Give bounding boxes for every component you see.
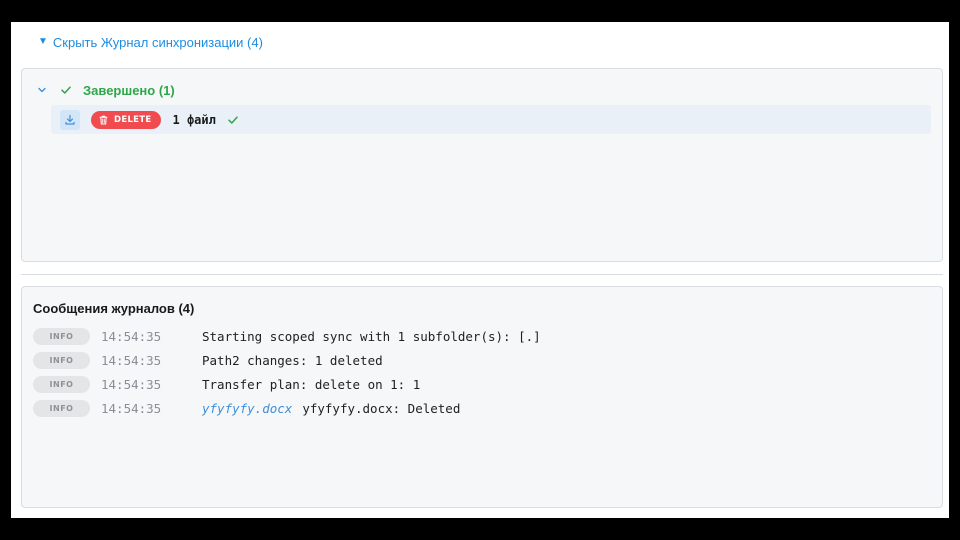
trash-icon xyxy=(99,115,108,125)
log-entry: INFO 14:54:35 Starting scoped sync with … xyxy=(33,327,923,345)
log-level-badge: INFO xyxy=(33,351,90,369)
delete-badge: DELETE xyxy=(91,110,161,129)
download-icon[interactable] xyxy=(60,109,80,130)
log-message: Starting scoped sync with 1 subfolder(s)… xyxy=(202,328,541,344)
log-entry: INFO 14:54:35 Path2 changes: 1 deleted xyxy=(33,351,923,369)
sync-results-panel: Завершено (1) DELETE 1 файл xyxy=(21,68,943,262)
toggle-label: Скрыть Журнал синхронизации (4) xyxy=(52,34,263,50)
log-entry: INFO 14:54:35 yfyfyfy.docx yfyfyfy.docx:… xyxy=(33,399,923,417)
log-entry: INFO 14:54:35 Transfer plan: delete on 1… xyxy=(33,375,923,393)
log-messages-panel: Сообщения журналов (4) INFO 14:54:35 Sta… xyxy=(21,286,943,508)
log-message: yfyfyfy.docx: Deleted xyxy=(302,400,461,416)
log-level-badge: INFO xyxy=(33,375,90,393)
chevron-down-icon[interactable] xyxy=(36,84,48,96)
completed-group-label: Завершено (1) xyxy=(83,82,175,98)
file-operation-row[interactable]: DELETE 1 файл xyxy=(51,105,931,134)
triangle-down-icon: ▼ xyxy=(38,36,48,47)
log-timestamp: 14:54:35 xyxy=(101,376,162,392)
log-timestamp: 14:54:35 xyxy=(101,328,162,344)
log-timestamp: 14:54:35 xyxy=(101,400,162,416)
check-icon xyxy=(227,114,239,126)
delete-badge-label: DELETE xyxy=(114,114,152,125)
file-count: 1 файл xyxy=(172,112,216,127)
sync-log-window: ▼ Скрыть Журнал синхронизации (4) Заверш… xyxy=(11,22,949,518)
log-timestamp: 14:54:35 xyxy=(101,352,162,368)
log-message: Path2 changes: 1 deleted xyxy=(202,352,383,368)
log-level-badge: INFO xyxy=(33,399,90,417)
log-level-badge: INFO xyxy=(33,327,90,345)
section-divider xyxy=(21,274,943,275)
check-icon xyxy=(60,84,72,96)
log-file-link[interactable]: yfyfyfy.docx xyxy=(202,401,292,416)
completed-group-header[interactable]: Завершено (1) xyxy=(36,81,175,99)
hide-sync-log-toggle[interactable]: ▼ Скрыть Журнал синхронизации (4) xyxy=(38,33,263,51)
log-messages-title: Сообщения журналов (4) xyxy=(33,301,195,316)
log-message: Transfer plan: delete on 1: 1 xyxy=(202,376,421,392)
